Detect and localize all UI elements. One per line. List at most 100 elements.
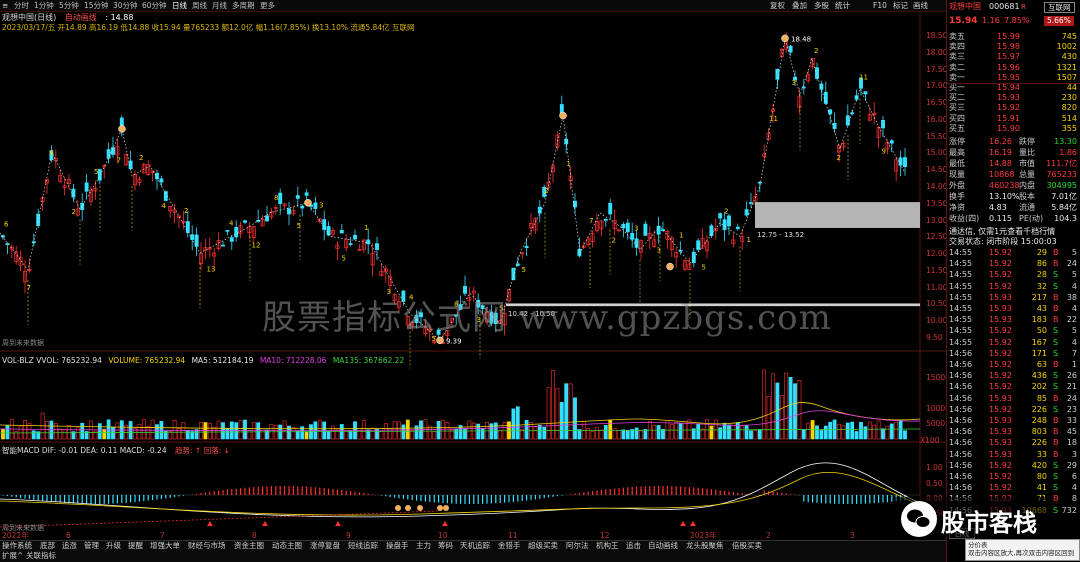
candle-down bbox=[295, 195, 300, 199]
tick-count: 4 bbox=[1071, 483, 1077, 493]
candle-down bbox=[749, 202, 753, 204]
toolbar-button[interactable]: 多股 bbox=[814, 1, 829, 10]
indicator-tab[interactable]: 筹码 bbox=[438, 541, 453, 551]
indicator-tab[interactable]: 天机追踪 bbox=[460, 541, 490, 551]
volume-bar bbox=[375, 428, 379, 440]
tick-side: B bbox=[1053, 315, 1059, 325]
indicator-tab[interactable]: 短线追踪 bbox=[348, 541, 378, 551]
period-tab[interactable]: 更多 bbox=[260, 1, 275, 10]
candle-down bbox=[722, 219, 727, 231]
indicator-tab[interactable]: 升级 bbox=[106, 541, 121, 551]
period-tab[interactable]: 分时 bbox=[14, 1, 29, 10]
notice-line[interactable]: 通达信, 仅需1元查看千档行情 bbox=[949, 227, 1079, 237]
related-indicator-tab[interactable]: 关联指标 bbox=[26, 551, 56, 561]
indicator-tab[interactable]: 阿尔法 bbox=[566, 541, 589, 551]
indicator-tab[interactable]: 底部 bbox=[40, 541, 55, 551]
indicator-tab[interactable]: 操作系统 bbox=[2, 541, 32, 551]
stat-value: 104.3 bbox=[1054, 214, 1077, 223]
date-label: 2022年 bbox=[2, 531, 29, 540]
stat-value: 5.84亿 bbox=[1051, 203, 1077, 212]
vol-ma5: MA5: 512184.19 bbox=[191, 356, 254, 365]
tick-side: S bbox=[1053, 505, 1059, 515]
mode-label[interactable]: 自动画线 bbox=[65, 13, 97, 22]
sector-button[interactable]: 互联网 bbox=[1044, 2, 1075, 13]
sell-level[interactable]: 卖三 15.97 430 bbox=[949, 52, 1079, 62]
wave-number: 2 bbox=[72, 208, 76, 216]
indicator-tab[interactable]: 资金主图 bbox=[234, 541, 264, 551]
sell-level[interactable]: 卖二 15.96 1321 bbox=[949, 63, 1079, 73]
indicator-tab[interactable]: 金猎手 bbox=[498, 541, 521, 551]
indicator-tab[interactable]: 动态主图 bbox=[272, 541, 302, 551]
buy-level[interactable]: 买二 15.93 230 bbox=[949, 93, 1079, 103]
indicator-tab[interactable]: 机构王 bbox=[596, 541, 619, 551]
tick-side: B bbox=[1053, 438, 1059, 448]
indicator-tab[interactable]: 追击 bbox=[626, 541, 641, 551]
indicator-tab[interactable]: 倍股买卖 bbox=[732, 541, 762, 551]
volume-bar bbox=[630, 429, 635, 440]
tick-time: 14:56 bbox=[949, 427, 973, 437]
indicator-tab[interactable]: 财经与市场 bbox=[188, 541, 226, 551]
candle-down bbox=[903, 157, 907, 168]
signal-dot bbox=[405, 505, 411, 511]
tick-price: 15.93 bbox=[989, 292, 1012, 302]
indicator-tab[interactable]: 提醒 bbox=[128, 541, 143, 551]
buy-level[interactable]: 买四 15.91 514 bbox=[949, 114, 1079, 124]
indicator-tab[interactable]: 主力 bbox=[416, 541, 431, 551]
period-tab[interactable]: 1分钟 bbox=[34, 1, 54, 10]
tick-time: 14:55 bbox=[949, 281, 973, 291]
ma-label: : 14.88 bbox=[105, 13, 134, 22]
buy-level[interactable]: 买三 15.92 820 bbox=[949, 103, 1079, 113]
tick-row: 14:56 15.93 226 B 18 bbox=[949, 438, 1079, 448]
sell-level[interactable]: 卖四 15.98 1002 bbox=[949, 42, 1079, 52]
tick-volume: 63 bbox=[1036, 360, 1047, 369]
indicator-tab[interactable]: 超级买卖 bbox=[528, 541, 558, 551]
buy-arrow-icon bbox=[262, 521, 268, 526]
indicator-tab[interactable]: 龙头股聚焦 bbox=[686, 541, 724, 551]
indicator-tab[interactable]: 自动画线 bbox=[648, 541, 678, 551]
tick-side: S bbox=[1053, 460, 1059, 470]
period-tab[interactable]: 周线 bbox=[192, 1, 207, 10]
sell-level[interactable]: 卖一 15.95 1507 bbox=[949, 73, 1079, 83]
candle-down bbox=[788, 45, 793, 53]
period-tab[interactable]: 5分钟 bbox=[59, 1, 79, 10]
period-tab[interactable]: 15分钟 bbox=[84, 1, 109, 10]
tick-count: 5 bbox=[1071, 270, 1077, 280]
period-tab[interactable]: 多周期 bbox=[232, 1, 255, 10]
period-tab-active[interactable]: 日线 bbox=[172, 1, 187, 10]
indicator-tab[interactable]: 追涨 bbox=[62, 541, 77, 551]
indicator-tab[interactable]: 增强大单 bbox=[150, 541, 180, 551]
volume-bar bbox=[551, 370, 555, 440]
tick-count: 8 bbox=[1071, 494, 1077, 504]
indicator-tab[interactable]: 管理 bbox=[84, 541, 99, 551]
toolbar-button[interactable]: F10 bbox=[873, 1, 887, 10]
toolbar-button[interactable]: 统计 bbox=[835, 1, 850, 10]
buy-level[interactable]: 买五 15.90 355 bbox=[949, 124, 1079, 134]
stat-row: 最低 14.88 市值 111.7亿 bbox=[949, 159, 1079, 169]
indicator-tab[interactable]: 涨停复盘 bbox=[310, 541, 340, 551]
sell-level[interactable]: 卖五 15.99 745 bbox=[949, 32, 1079, 42]
candle-down bbox=[630, 233, 635, 240]
toolbar-button[interactable]: 叠加 bbox=[792, 1, 807, 10]
toolbar-button[interactable]: 画线 bbox=[913, 1, 928, 10]
volume-bar bbox=[537, 424, 542, 440]
volume-bar bbox=[348, 430, 353, 440]
period-tab[interactable]: 30分钟 bbox=[113, 1, 138, 10]
level-price: 15.96 bbox=[997, 62, 1020, 72]
tick-volume: 86 bbox=[1036, 259, 1047, 269]
toolbar-button[interactable]: 标记 bbox=[893, 1, 908, 10]
kline-chart[interactable]: 12.75 - 13.5210.42 - 10.5018.489.3967625… bbox=[0, 11, 946, 535]
indicator-tab[interactable]: 操盘手 bbox=[386, 541, 409, 551]
candle-down bbox=[326, 226, 331, 236]
toolbar-button[interactable]: 复权 bbox=[770, 1, 785, 10]
buy-level[interactable]: 买一 15.94 44 bbox=[949, 83, 1079, 93]
pivot-marker bbox=[304, 199, 312, 207]
period-tab[interactable]: 月线 bbox=[212, 1, 227, 10]
volume-bar bbox=[577, 429, 582, 440]
stat-key: PE(动) bbox=[1019, 214, 1044, 223]
period-tab[interactable]: 60分钟 bbox=[142, 1, 167, 10]
expand-tab[interactable]: 扩展^ bbox=[2, 551, 23, 561]
level-volume: 1321 bbox=[1056, 62, 1077, 72]
menu-icon[interactable]: ≡ bbox=[2, 1, 8, 10]
volume-bar bbox=[141, 419, 146, 440]
chart-area[interactable]: 12.75 - 13.52 10.42 - 10.50 18.48 9.39 6 7 6 2 5… bbox=[0, 11, 950, 535]
